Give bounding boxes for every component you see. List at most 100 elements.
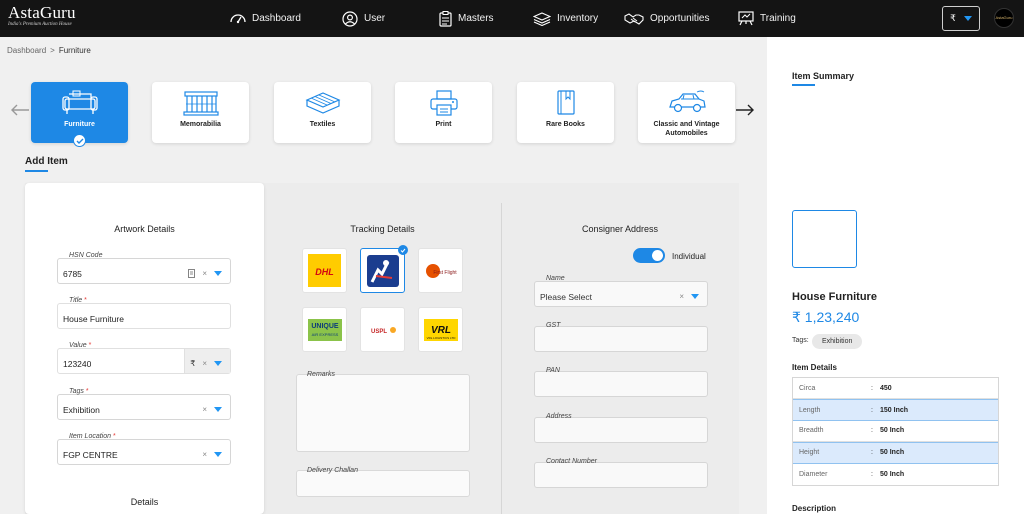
delivery-challan-field[interactable]: Delivery Challan <box>296 467 470 497</box>
value-amount: 123240 <box>63 359 92 369</box>
detail-separator: : <box>871 384 873 392</box>
consigner-name-select[interactable]: Name Please Select × <box>534 275 708 307</box>
consigner-address-title: Consigner Address <box>581 224 659 234</box>
detail-value: 50 Inch <box>880 470 905 478</box>
courier-option-uspl[interactable]: USPL <box>360 307 405 352</box>
category-label: Classic and Vintage Automobiles <box>653 121 720 137</box>
textiles-icon <box>305 92 340 114</box>
category-label: Print <box>435 121 452 128</box>
column-divider <box>501 203 502 514</box>
category-label: Furniture <box>64 121 95 128</box>
chevron-down-icon[interactable] <box>691 294 699 299</box>
clear-icon[interactable]: × <box>202 450 207 459</box>
car-icon <box>668 90 706 113</box>
clear-icon[interactable]: × <box>202 405 207 414</box>
category-furniture[interactable]: Furniture <box>31 82 128 147</box>
item-location-select[interactable]: Item Location * FGP CENTRE × <box>57 433 231 465</box>
courier-option-unique[interactable]: UNIQUE AIR EXPRESS <box>302 307 347 352</box>
courier-option-vrl[interactable]: VRL VRL LOGISTICS LTD <box>418 307 463 352</box>
currency-select[interactable]: ₹ <box>942 6 980 31</box>
add-item-title: Add Item <box>25 156 68 167</box>
contact-number-field[interactable]: Contact Number <box>534 458 708 488</box>
item-summary-panel: Item Summary House Furniture ₹ 1,23,240 … <box>767 37 1024 514</box>
arrow-right-icon[interactable] <box>735 104 755 116</box>
chevron-down-icon <box>963 16 972 21</box>
chevron-down-icon[interactable] <box>214 361 222 366</box>
top-navbar: AstaGuru India's Premium Auction House D… <box>0 0 1024 37</box>
consigner-name-placeholder: Please Select <box>540 292 592 302</box>
currency-symbol: ₹ <box>190 359 196 368</box>
field-label: Tags * <box>69 388 89 395</box>
nav-user[interactable]: User <box>342 0 385 37</box>
breadcrumb-dashboard[interactable]: Dashboard <box>7 46 46 55</box>
nav-label: Inventory <box>557 13 599 24</box>
brand-logo[interactable]: AstaGuru India's Premium Auction House <box>8 3 96 33</box>
field-label: Value * <box>69 342 92 349</box>
gst-field[interactable]: GST <box>534 322 708 352</box>
clear-icon[interactable]: × <box>679 292 684 301</box>
document-icon[interactable] <box>188 269 196 278</box>
pan-label: PAN <box>546 367 560 374</box>
nav-label: Training <box>760 13 796 24</box>
courier-option-first-flight[interactable]: First Flight <box>418 248 463 293</box>
tags-value: Exhibition <box>63 405 100 415</box>
clear-icon[interactable]: × <box>202 359 207 368</box>
detail-separator: : <box>871 470 873 478</box>
nav-opportunities[interactable]: Opportunities <box>624 0 709 37</box>
nav-masters[interactable]: Masters <box>439 0 494 37</box>
remarks-textarea[interactable]: Remarks <box>296 371 470 452</box>
detail-value: 50 Inch <box>880 449 905 457</box>
field-label: HSN Code <box>69 252 103 259</box>
pan-field[interactable]: PAN <box>534 367 708 397</box>
category-label: Memorabilia <box>180 121 221 128</box>
nav-label: Opportunities <box>650 13 710 24</box>
arrow-left-icon[interactable] <box>10 104 30 116</box>
chevron-down-icon[interactable] <box>214 452 222 457</box>
contact-number-label: Contact Number <box>546 458 597 465</box>
brand-name: AstaGuru <box>8 3 76 22</box>
handshake-icon <box>624 12 644 25</box>
category-print[interactable]: Print <box>395 82 492 143</box>
title-value: House Furniture <box>63 314 124 324</box>
svg-text:First Flight: First Flight <box>433 270 457 276</box>
user-icon <box>342 10 358 27</box>
chevron-down-icon[interactable] <box>214 271 222 276</box>
vrl-logo: VRLVRL LOGISTICS LTD <box>423 318 458 341</box>
item-image-placeholder[interactable] <box>792 210 857 268</box>
title-underline <box>792 84 815 86</box>
address-field[interactable]: Address <box>534 413 708 443</box>
currency-symbol: ₹ <box>950 13 956 23</box>
title-field[interactable]: Title * House Furniture <box>57 297 231 329</box>
unique-air-express-logo: UNIQUE AIR EXPRESS <box>307 318 342 341</box>
detail-row: Circa:450 <box>793 378 998 400</box>
first-flight-logo: First Flight <box>425 263 457 278</box>
category-textiles[interactable]: Textiles <box>274 82 371 143</box>
detail-row: Height:50 Inch <box>793 442 998 464</box>
individual-toggle[interactable] <box>633 248 665 263</box>
value-field[interactable]: Value * 123240 ₹ × <box>57 342 231 374</box>
category-automobiles[interactable]: Classic and Vintage Automobiles <box>638 82 735 143</box>
breadcrumb: Dashboard > Furniture <box>7 46 91 55</box>
courier-option-selected[interactable] <box>360 245 408 293</box>
tags-select[interactable]: Tags * Exhibition × <box>57 388 231 420</box>
clear-icon[interactable]: × <box>202 269 207 278</box>
item-summary-title: Item Summary <box>792 71 855 81</box>
breadcrumb-current: Furniture <box>58 46 91 55</box>
item-name: House Furniture <box>792 291 877 303</box>
tags-label: Tags: <box>792 337 809 344</box>
courier-option-dhl[interactable]: DHL <box>302 248 347 293</box>
field-label: Item Location * <box>69 433 116 440</box>
printer-icon <box>429 90 458 116</box>
hsn-code-select[interactable]: HSN Code 6785 × <box>57 252 231 284</box>
nav-training[interactable]: Training <box>738 0 796 37</box>
category-rare-books[interactable]: Rare Books <box>517 82 614 143</box>
chevron-down-icon[interactable] <box>214 407 222 412</box>
category-label: Rare Books <box>546 121 585 128</box>
nav-dashboard[interactable]: Dashboard <box>230 0 301 37</box>
training-icon <box>738 11 754 26</box>
nav-inventory[interactable]: Inventory <box>533 0 598 37</box>
description-title: Description <box>792 504 837 513</box>
avatar[interactable]: AstaGuru <box>994 8 1014 28</box>
category-memorabilia[interactable]: Memorabilia <box>152 82 249 143</box>
toggle-knob <box>652 250 663 261</box>
